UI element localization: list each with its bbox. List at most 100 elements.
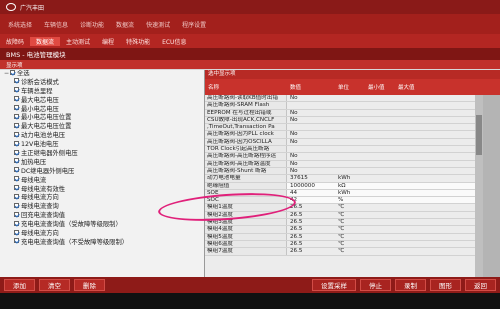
tree-item-label: 车辆总里程 xyxy=(21,87,53,95)
row-unit: ℃ xyxy=(338,219,345,226)
column-header-min: 最小值 xyxy=(368,85,385,91)
tree-root-select-all[interactable]: − 全选 xyxy=(0,70,204,79)
table-row[interactable]: EEPROM 在写过程出错或 No xyxy=(205,109,475,117)
top-tab-3[interactable]: 数据流 xyxy=(110,20,140,29)
row-name: 绝缘阻值 xyxy=(205,182,287,189)
checkbox-icon[interactable] xyxy=(14,220,19,226)
sub-tab-4[interactable]: 特殊功能 xyxy=(120,37,156,46)
scroll-thumb[interactable] xyxy=(476,115,482,155)
table-row[interactable]: 高压断路阀-高压断路温度 No xyxy=(205,160,475,168)
table-row[interactable]: 模组4温度 26.5 ℃ xyxy=(205,226,475,234)
checkbox-icon[interactable] xyxy=(14,158,19,164)
tree-item[interactable]: 主正继电器外侧电压 xyxy=(0,149,204,159)
sub-tab-3[interactable]: 编程 xyxy=(96,37,120,46)
table-row[interactable]: 高压断路阀-读取KB值时出错 No xyxy=(205,95,475,103)
table-row[interactable]: 模组5温度 26.5 ℃ xyxy=(205,233,475,241)
top-tab-1[interactable]: 车辆信息 xyxy=(38,20,74,29)
tree-item[interactable]: 诊断会话模式 xyxy=(0,78,204,88)
tree-item[interactable]: 车辆总里程 xyxy=(0,87,204,97)
top-tab-4[interactable]: 快速测试 xyxy=(140,20,176,29)
top-tab-2[interactable]: 诊断功能 xyxy=(74,20,110,29)
row-name: TOR Clock引起高压断路 xyxy=(205,146,287,153)
checkbox-icon[interactable] xyxy=(14,96,19,102)
tree-item[interactable]: 最大电芯电压 xyxy=(0,96,204,106)
row-value: 26.5 xyxy=(290,226,303,233)
tree-item[interactable]: 加热电压 xyxy=(0,158,204,168)
row-value: No xyxy=(290,160,298,167)
table-row[interactable]: 高压断路阀-SRAM Flash xyxy=(205,102,475,110)
table-row[interactable]: 高压断路阀-高压断路程序运 No xyxy=(205,153,475,161)
table-row[interactable]: ,TimeOut,Transaction Pa xyxy=(205,124,475,132)
table-row[interactable]: 绝缘阻值 1000000 kΩ xyxy=(205,182,475,190)
table-row[interactable]: TOR Clock引起高压断路 xyxy=(205,146,475,154)
top-tab-0[interactable]: 系统选择 xyxy=(2,20,38,29)
tree-item[interactable]: 充电电流查询值（不受故障等级限制） xyxy=(0,238,204,248)
table-row[interactable]: 模组6温度 26.5 ℃ xyxy=(205,240,475,249)
sub-tab-1[interactable]: 数据流 xyxy=(30,36,61,46)
tree-item[interactable]: 最小电芯电压位置 xyxy=(0,113,204,123)
row-unit: ℃ xyxy=(338,233,345,240)
sampling-settings-button[interactable]: 设置采样 xyxy=(312,279,356,291)
sub-tab-5[interactable]: ECU信息 xyxy=(156,37,192,46)
table-row[interactable]: 高压断路阀-Shunt 断路 No xyxy=(205,167,475,176)
tree-item[interactable]: 充电电流查询值（受故障等级限制） xyxy=(0,220,204,230)
tree-item[interactable]: 母线电流 xyxy=(0,176,204,186)
delete-button[interactable]: 删除 xyxy=(74,279,105,291)
tree-item-label: 最大电芯电压位置 xyxy=(21,123,72,131)
row-unit xyxy=(335,168,365,174)
stop-button[interactable]: 停止 xyxy=(360,279,391,291)
sub-tab-0[interactable]: 故障码 xyxy=(0,37,30,46)
tree-item[interactable]: 12V电池电压 xyxy=(0,140,204,150)
clear-button[interactable]: 清空 xyxy=(39,279,70,291)
checkbox-icon[interactable] xyxy=(14,167,19,173)
checkbox-icon[interactable] xyxy=(14,87,19,93)
collapse-icon[interactable]: − xyxy=(4,70,9,79)
tree-item-label: 母线电流 xyxy=(21,176,47,184)
table-row[interactable]: 模组3温度 26.5 ℃ xyxy=(205,219,475,227)
checkbox-icon[interactable] xyxy=(14,185,19,191)
tree-item-label: 主正继电器外侧电压 xyxy=(21,150,78,158)
section-label: 显示项 xyxy=(0,60,500,69)
checkbox-icon[interactable] xyxy=(14,122,19,128)
checkbox-icon[interactable] xyxy=(14,202,19,208)
row-name: 高压断路阀-因为PLL clock xyxy=(205,131,287,138)
checkbox-icon[interactable] xyxy=(14,211,19,217)
table-row[interactable]: CSU故障-出现ACK,CNCLF No xyxy=(205,116,475,125)
table-row[interactable]: 高压断路阀-因为PLL clock No xyxy=(205,131,475,139)
row-value: 26.5 xyxy=(290,248,303,255)
tree-item[interactable]: DC继电器外侧电压 xyxy=(0,167,204,177)
add-button[interactable]: 添加 xyxy=(4,279,35,291)
table-scrollbar[interactable] xyxy=(475,95,483,277)
back-button[interactable]: 返回 xyxy=(465,279,496,291)
row-value: No xyxy=(290,116,298,123)
checkbox-icon[interactable] xyxy=(10,70,15,75)
table-row[interactable]: 模组7温度 26.5 ℃ xyxy=(205,248,475,256)
checkbox-icon[interactable] xyxy=(14,238,19,244)
checkbox-icon[interactable] xyxy=(14,193,19,199)
tree-item[interactable]: 动力电池总电压 xyxy=(0,131,204,141)
tree-item[interactable]: 最大电芯电压位置 xyxy=(0,122,204,132)
top-tab-5[interactable]: 程序设置 xyxy=(176,20,212,29)
sub-tab-2[interactable]: 主动测试 xyxy=(60,37,96,46)
graph-button[interactable]: 图形 xyxy=(430,279,461,291)
row-unit xyxy=(335,117,365,123)
checkbox-icon[interactable] xyxy=(14,149,19,155)
checkbox-icon[interactable] xyxy=(14,176,19,182)
row-unit: ℃ xyxy=(338,211,345,218)
row-unit: % xyxy=(338,197,344,204)
tree-item-label: 最大电芯电压 xyxy=(21,96,59,104)
checkbox-icon[interactable] xyxy=(14,78,19,84)
row-name: 高压断路阀-高压断路温度 xyxy=(205,160,287,167)
checkbox-icon[interactable] xyxy=(14,105,19,111)
checkbox-icon[interactable] xyxy=(14,229,19,235)
checkbox-icon[interactable] xyxy=(14,113,19,119)
record-button[interactable]: 录制 xyxy=(395,279,426,291)
checkbox-icon[interactable] xyxy=(14,131,19,137)
parameter-tree: − 全选 诊断会话模式 车辆总里程 最大电芯电压 最小电芯电压 最小电芯电压位置 … xyxy=(0,70,205,277)
table-row[interactable]: 高压断路阀-因为OSCILLA No xyxy=(205,138,475,147)
table-row[interactable]: 动力电池电量 37615 kWh xyxy=(205,175,475,183)
column-header-max: 最大值 xyxy=(398,85,415,91)
tree-item[interactable]: 母线电流方向 xyxy=(0,229,204,239)
tree-item-label: 充电电流查询值（受故障等级限制） xyxy=(21,221,122,229)
checkbox-icon[interactable] xyxy=(14,140,19,146)
